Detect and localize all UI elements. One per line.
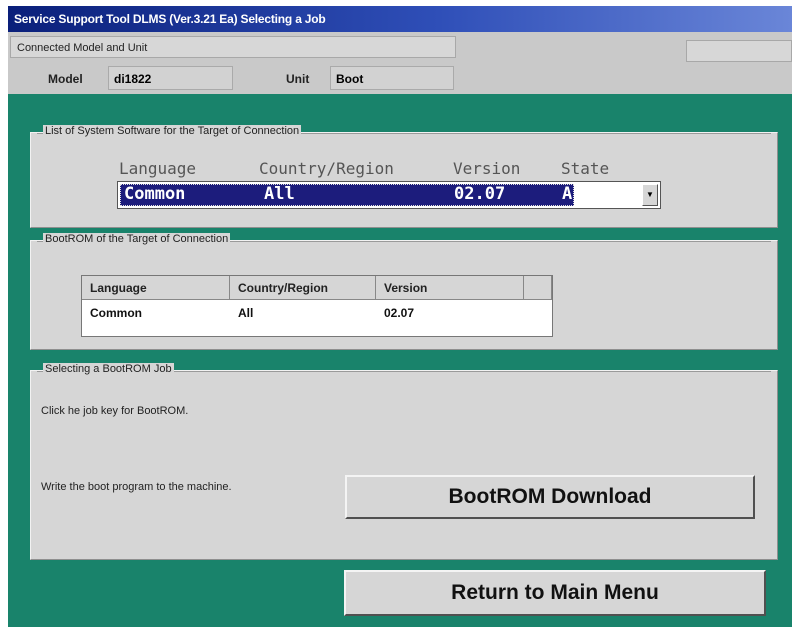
cell-country-region: All [238,306,254,320]
connection-info-bar: Connected Model and Unit Model di1822 Un… [8,32,792,94]
status-field [686,40,792,62]
column-header-language: Language [82,276,230,300]
write-description: Write the boot program to the machine. [41,481,232,493]
selected-row-highlight [120,184,574,206]
cell-version: 02.07 [384,306,415,320]
model-value: di1822 [108,66,233,90]
selected-state: A [562,184,573,204]
bootrom-panel: BootROM of the Target of Connection Lang… [30,233,778,350]
header-state: State [561,159,610,178]
cell-language: Common [90,306,142,320]
system-software-select[interactable]: Common All 02.07 A ▼ [117,181,661,209]
selected-language: Common [124,184,186,204]
header-language: Language [119,159,197,178]
window-title: Service Support Tool DLMS (Ver.3.21 Ea) … [14,12,326,26]
selected-country: All [264,184,295,204]
selected-version: 02.07 [454,184,506,204]
dropdown-arrow-icon[interactable]: ▼ [642,184,658,206]
unit-label: Unit [286,72,310,86]
bootrom-table: Language Country/Region Version Common A… [81,275,553,337]
connected-model-label: Connected Model and Unit [10,36,456,58]
column-header-version: Version [376,276,524,300]
column-header-country-region: Country/Region [230,276,376,300]
window-title-bar: Service Support Tool DLMS (Ver.3.21 Ea) … [8,6,792,32]
job-instruction: Click he job key for BootROM. [41,405,189,417]
header-country-region: Country/Region [259,159,394,178]
return-to-main-menu-button[interactable]: Return to Main Menu [344,570,766,616]
system-software-panel: List of System Software for the Target o… [30,125,778,228]
system-software-legend: List of System Software for the Target o… [43,125,302,137]
bootrom-download-button[interactable]: BootROM Download [345,475,755,519]
bootrom-job-panel: Selecting a BootROM Job Click he job key… [30,363,778,560]
header-version: Version [453,159,521,178]
model-label: Model [48,72,83,86]
column-header-blank [524,276,552,300]
main-area: List of System Software for the Target o… [8,94,792,627]
bootrom-job-legend: Selecting a BootROM Job [43,363,174,375]
bootrom-legend: BootROM of the Target of Connection [43,233,231,245]
unit-value: Boot [330,66,454,90]
